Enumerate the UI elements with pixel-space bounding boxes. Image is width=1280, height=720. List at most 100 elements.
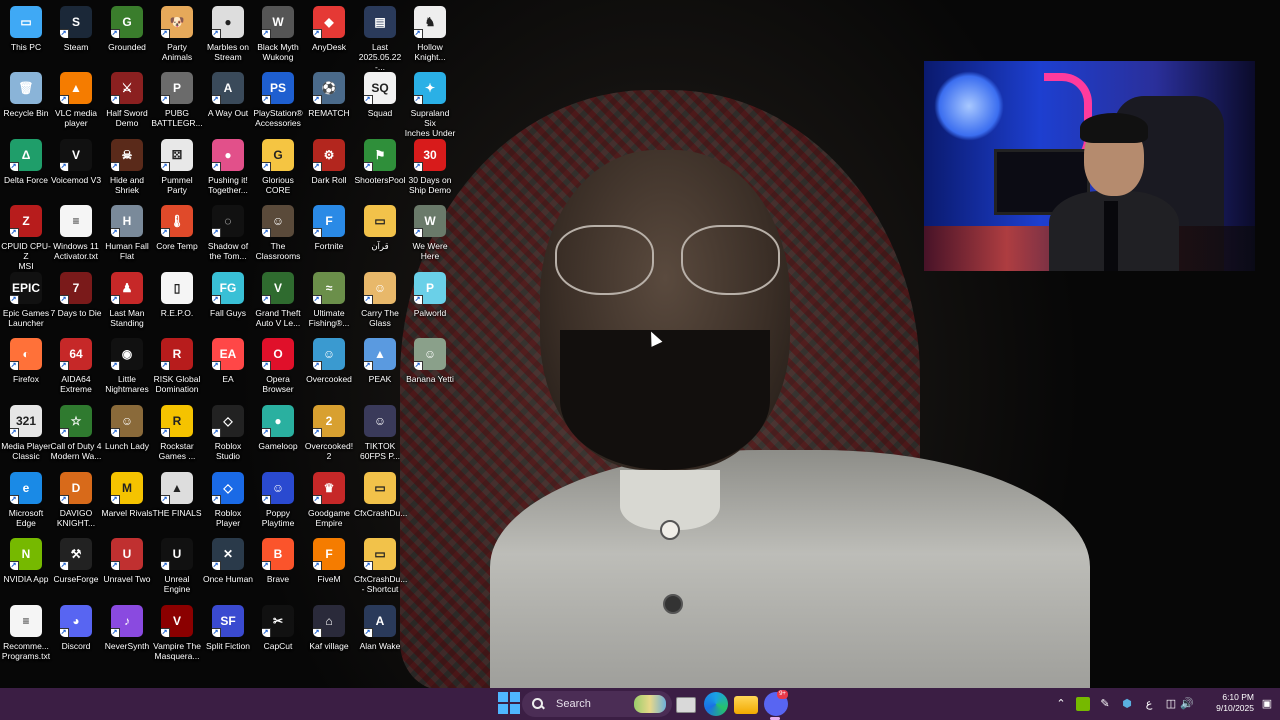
desktop-icon[interactable]: U ↗ Unreal Engine [151, 538, 203, 594]
desktop-icon[interactable]: ⚽ ↗ REMATCH [303, 72, 355, 118]
desktop-icon[interactable]: W ↗ Black Myth Wukong [252, 6, 304, 62]
desktop-icon[interactable]: ☺ TIKTOK 60FPS P... [354, 405, 406, 461]
desktop-icon[interactable]: Z ↗ CPUID CPU-Z MSI [0, 205, 52, 271]
desktop-icon[interactable]: ≡ Recomme... Programs.txt [0, 605, 52, 661]
desktop-icon[interactable]: 2 ↗ Overcooked! 2 [303, 405, 355, 461]
desktop-icon[interactable]: O ↗ Opera Browser [252, 338, 304, 394]
desktop-icon[interactable]: ☺ ↗ Poppy Playtime [252, 472, 304, 528]
desktop-icon[interactable]: W ↗ We Were Here [404, 205, 456, 261]
search-highlight-icon[interactable] [634, 695, 666, 713]
network-tray-icon[interactable]: ⬢ [1120, 697, 1134, 711]
desktop-icon[interactable]: ◇ ↗ Roblox Player [202, 472, 254, 528]
desktop-icon[interactable]: G ↗ Grounded [101, 6, 153, 52]
desktop-icon[interactable]: ◌ ↗ Shadow of the Tom... [202, 205, 254, 261]
taskbar-search-box[interactable]: Search [522, 691, 672, 717]
desktop-icon[interactable]: ▭ This PC [0, 6, 52, 52]
desktop-icon[interactable]: ▭ قرآن [354, 205, 406, 251]
desktop-icon[interactable]: ♛ ↗ Goodgame Empire [303, 472, 355, 528]
desktop-icon[interactable]: U ↗ Unravel Two [101, 538, 153, 584]
desktop-icon[interactable]: ▭ CfxCrashDu... [354, 472, 407, 518]
desktop-icon[interactable]: ≈ ↗ Ultimate Fishing®... [303, 272, 355, 328]
task-view-button[interactable] [676, 697, 696, 713]
desktop-icon[interactable]: 🌡 ↗ Core Temp [151, 205, 203, 251]
desktop-icon[interactable]: 🐶 ↗ Party Animals [151, 6, 203, 62]
desktop-icon[interactable]: FG ↗ Fall Guys [202, 272, 254, 318]
desktop-icon[interactable]: EPIC ↗ Epic Games Launcher [0, 272, 52, 328]
desktop-icon[interactable]: PS ↗ PlayStation® Accessories [252, 72, 304, 128]
start-button[interactable] [498, 692, 520, 714]
nvidia-tray-icon[interactable] [1076, 697, 1090, 711]
desktop-icon[interactable]: e ↗ Microsoft Edge [0, 472, 52, 528]
desktop-icon[interactable]: ▲ ↗ PEAK [354, 338, 406, 384]
desktop-icon[interactable]: ✕ ↗ Once Human [202, 538, 254, 584]
desktop-icon[interactable]: ⚑ ↗ ShootersPool [354, 139, 406, 185]
input-language-indicator[interactable]: ع [1142, 697, 1156, 711]
desktop-icon[interactable]: ◇ ↗ Roblox Studio [202, 405, 254, 461]
desktop-icon[interactable]: H ↗ Human Fall Flat [101, 205, 153, 261]
desktop-icon[interactable]: ⚒ ↗ CurseForge [50, 538, 102, 584]
wifi-icon[interactable]: ◫ [1164, 697, 1178, 711]
desktop-icon[interactable]: ▲ ↗ THE FINALS [151, 472, 203, 518]
desktop-icon[interactable]: ▲ ↗ VLC media player [50, 72, 102, 128]
desktop-icon[interactable]: F ↗ Fortnite [303, 205, 355, 251]
desktop-icon[interactable]: ◆ ↗ AnyDesk [303, 6, 355, 52]
taskbar-file-explorer-icon[interactable] [734, 696, 758, 714]
desktop-icon[interactable]: 321 ↗ Media Player Classic [0, 405, 52, 461]
desktop-icon[interactable]: EA ↗ EA [202, 338, 254, 384]
desktop-icon[interactable]: ♟ ↗ Last Man Standing [101, 272, 153, 328]
desktop-icon[interactable]: ▭ ↗ CfxCrashDu... - Shortcut [354, 538, 407, 594]
desktop-icon[interactable]: ☺ ↗ Carry The Glass [354, 272, 406, 328]
desktop-icon[interactable]: ⚙ ↗ Dark Roll [303, 139, 355, 185]
desktop-icon[interactable]: R ↗ Rockstar Games ... [151, 405, 203, 461]
desktop-icon[interactable]: V ↗ Voicemod V3 [50, 139, 102, 185]
desktop-icon[interactable]: ⚄ ↗ Pummel Party [151, 139, 203, 195]
desktop-icon[interactable]: ▯ R.E.P.O. [151, 272, 203, 318]
desktop-icon[interactable]: ♞ ↗ Hollow Knight... [404, 6, 456, 62]
desktop-icon[interactable]: SF ↗ Split Fiction [202, 605, 254, 651]
taskbar-edge-icon[interactable] [704, 692, 728, 716]
desktop-icon[interactable]: D ↗ DAVIGO KNIGHT... [50, 472, 102, 528]
desktop-icon[interactable]: ✂ ↗ CapCut [252, 605, 304, 651]
desktop-icon[interactable]: V ↗ Vampire The Masquera... [151, 605, 203, 661]
pen-tray-icon[interactable]: ✎ [1098, 697, 1112, 711]
volume-icon[interactable]: 🔊 [1180, 697, 1194, 711]
desktop-icon[interactable]: ☆ ↗ Call of Duty 4 Modern Wa... [50, 405, 102, 461]
desktop-icon[interactable]: 🗑 Recycle Bin [0, 72, 52, 118]
desktop-icon[interactable]: ☠ ↗ Hide and Shriek [101, 139, 153, 195]
desktop-icon[interactable]: ☺ ↗ Overcooked [303, 338, 355, 384]
desktop-icon[interactable]: 30 ↗ 30 Days on Ship Demo [404, 139, 456, 195]
desktop-icon[interactable]: N ↗ NVIDIA App [0, 538, 52, 584]
show-hidden-icons-chevron-icon[interactable]: ⌃ [1054, 697, 1068, 711]
desktop-icon[interactable]: F ↗ FiveM [303, 538, 355, 584]
desktop-icon[interactable]: ◕ ↗ Discord [50, 605, 102, 651]
desktop-icon[interactable]: SQ ↗ Squad [354, 72, 406, 118]
desktop-icon[interactable]: B ↗ Brave [252, 538, 304, 584]
desktop-icon[interactable]: P ↗ PUBG BATTLEGR... [151, 72, 203, 128]
desktop-icon[interactable]: A ↗ A Way Out [202, 72, 254, 118]
desktop-icon[interactable]: ☺ ↗ Lunch Lady [101, 405, 153, 451]
desktop-icon[interactable]: ☺ ↗ Banana Yetti [404, 338, 456, 384]
desktop-icon[interactable]: ● ↗ Gameloop [252, 405, 304, 451]
desktop-icon[interactable]: R ↗ RISK Global Domination [151, 338, 203, 394]
desktop-icon[interactable]: ≡ Windows 11 Activator.txt [50, 205, 102, 261]
desktop-icon[interactable]: 64 ↗ AIDA64 Extreme [50, 338, 102, 394]
desktop-icon[interactable]: ⌂ ↗ Kaf village [303, 605, 355, 651]
clock[interactable]: 6:10 PM 9/10/2025 [1216, 692, 1254, 714]
desktop-icon[interactable]: M ↗ Marvel Rivals [101, 472, 153, 518]
desktop-icon[interactable]: A ↗ Alan Wake [354, 605, 406, 651]
desktop-icon[interactable]: V ↗ Grand Theft Auto V Le... [252, 272, 304, 328]
desktop-icon[interactable]: ▤ Last 2025.05.22 -... [354, 6, 406, 72]
desktop-icon[interactable]: G ↗ Glorious CORE [252, 139, 304, 195]
desktop-icon[interactable]: Δ ↗ Delta Force [0, 139, 52, 185]
desktop-icon[interactable]: P ↗ Palworld [404, 272, 456, 318]
desktop-icon[interactable]: ◐ ↗ Firefox [0, 338, 52, 384]
desktop-icon[interactable]: ☺ ↗ The Classrooms [252, 205, 304, 261]
desktop-icon[interactable]: ◉ ↗ Little Nightmares [101, 338, 153, 394]
desktop-icon[interactable]: S ↗ Steam [50, 6, 102, 52]
notification-center-icon[interactable]: ▣ [1260, 697, 1274, 711]
desktop-icon[interactable]: ⚔ ↗ Half Sword Demo [101, 72, 153, 128]
desktop-icon[interactable]: ● ↗ Pushing it! Together... [202, 139, 254, 195]
desktop-icon[interactable]: ♪ ↗ NeverSynth [101, 605, 153, 651]
desktop-icon[interactable]: ● ↗ Marbles on Stream [202, 6, 254, 62]
desktop-icon[interactable]: ✦ ↗ Supraland Six Inches Under [404, 72, 456, 138]
